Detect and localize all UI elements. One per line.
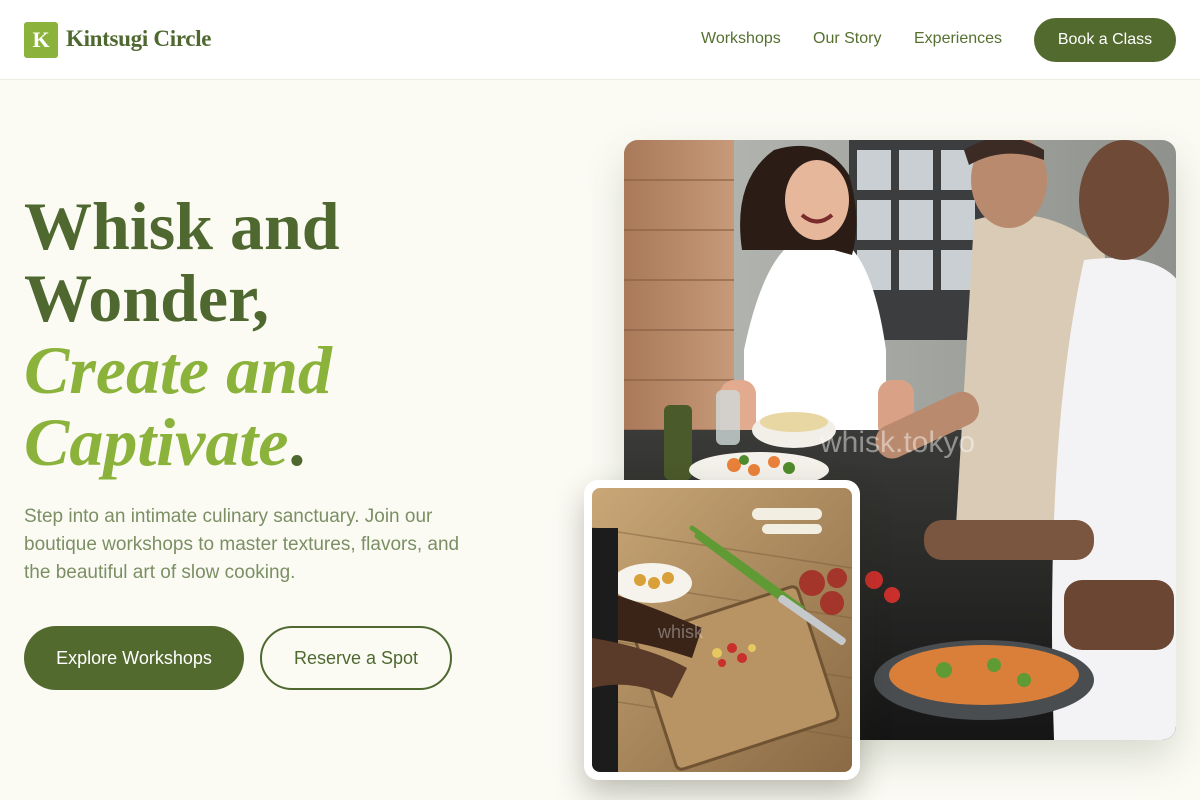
nav-our-story[interactable]: Our Story: [813, 30, 881, 48]
inset-photo-watermark: whisk: [657, 622, 704, 642]
book-class-button[interactable]: Book a Class: [1034, 18, 1176, 62]
headline-period: .: [288, 404, 306, 480]
site-header: K Kintsugi Circle Workshops Our Story Ex…: [0, 0, 1200, 80]
headline-line-1: Whisk and: [24, 188, 340, 264]
main-photo-watermark: whisk.tokyo: [819, 426, 975, 459]
logo-mark[interactable]: K: [24, 22, 58, 58]
hero-subtext: Step into an intimate culinary sanctuary…: [24, 506, 460, 583]
headline-line-3: Create and: [24, 332, 332, 408]
headline-line-4: Captivate.: [24, 406, 340, 478]
reserve-spot-button[interactable]: Reserve a Spot: [260, 626, 452, 690]
nav-experiences[interactable]: Experiences: [914, 30, 1002, 48]
brand-name[interactable]: Kintsugi Circle: [66, 26, 212, 52]
nav-workshops[interactable]: Workshops: [701, 30, 781, 48]
headline-line-4-text: Captivate: [24, 404, 289, 480]
inset-photo-card: whisk: [584, 480, 860, 780]
inset-photo-chopping-board: whisk: [592, 488, 852, 772]
headline-line-2: Wonder,: [24, 260, 270, 336]
explore-workshops-button[interactable]: Explore Workshops: [24, 626, 244, 690]
hero-headline: Whisk and Wonder, Create and Captivate.: [24, 190, 340, 478]
